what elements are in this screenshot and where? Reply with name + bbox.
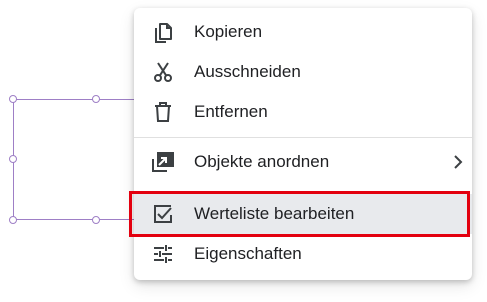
menu-item-properties[interactable]: Eigenschaften — [134, 234, 472, 274]
resize-handle-middle-left[interactable] — [9, 155, 17, 163]
resize-handle-bottom-left[interactable] — [9, 216, 17, 224]
scissors-icon — [150, 59, 176, 85]
copy-icon — [150, 19, 176, 45]
resize-handle-bottom-center[interactable] — [92, 216, 100, 224]
sliders-icon — [150, 241, 176, 267]
resize-handle-top-left[interactable] — [9, 95, 17, 103]
context-menu: Kopieren Ausschneiden Entfernen Objekte … — [134, 8, 472, 280]
menu-divider — [134, 137, 472, 138]
menu-item-label: Ausschneiden — [194, 62, 301, 81]
menu-item-cut[interactable]: Ausschneiden — [134, 52, 472, 92]
menu-item-edit-value-list[interactable]: Werteliste bearbeiten — [134, 194, 472, 234]
arrange-icon — [150, 149, 176, 175]
checkbox-icon — [150, 201, 176, 227]
menu-item-label: Entfernen — [194, 102, 268, 121]
trash-icon — [150, 99, 176, 125]
menu-item-copy[interactable]: Kopieren — [134, 12, 472, 52]
menu-item-label: Kopieren — [194, 22, 263, 41]
menu-item-label: Eigenschaften — [194, 244, 302, 263]
resize-handle-top-center[interactable] — [92, 95, 100, 103]
chevron-right-icon — [450, 154, 466, 170]
menu-item-arrange-objects[interactable]: Objekte anordnen — [134, 142, 472, 182]
menu-item-label: Werteliste bearbeiten — [194, 204, 355, 223]
canvas: Kopieren Ausschneiden Entfernen Objekte … — [0, 0, 487, 302]
menu-item-label: Objekte anordnen — [194, 152, 330, 171]
menu-item-delete[interactable]: Entfernen — [134, 92, 472, 132]
